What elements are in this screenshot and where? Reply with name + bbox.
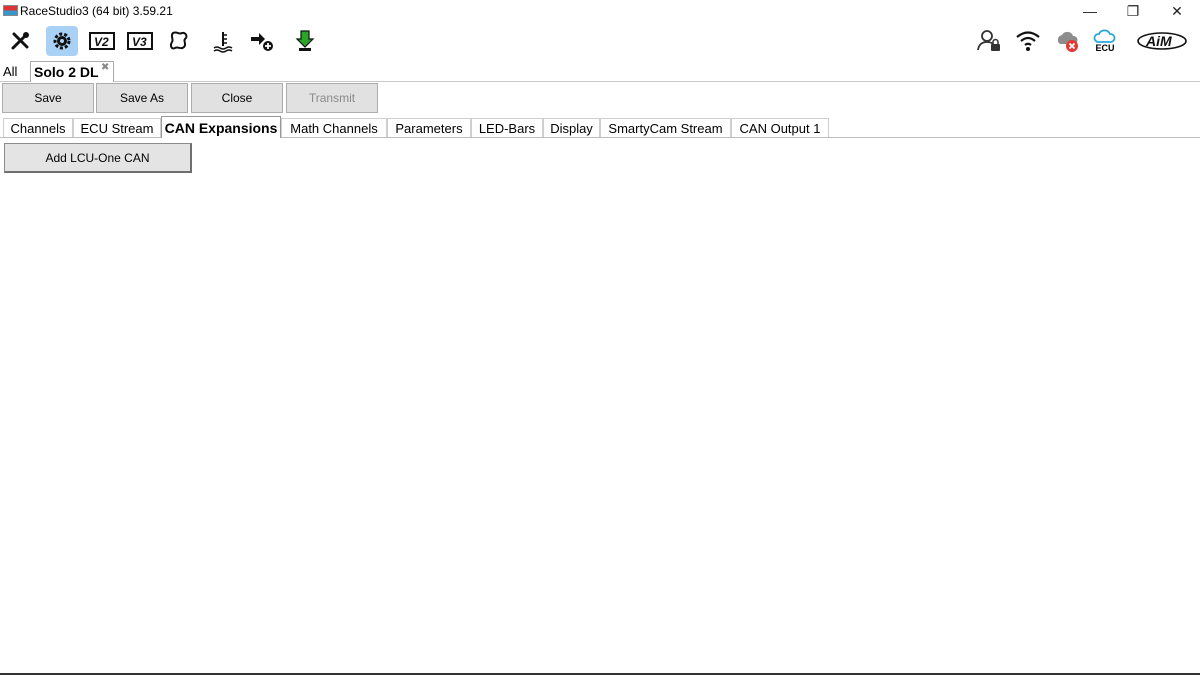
transmit-button[interactable]: Transmit [286,83,378,113]
tab-display[interactable]: Display [543,118,600,137]
config-tab-bar: Channels ECU Stream CAN Expansions Math … [0,116,1200,138]
transfer-icon[interactable] [289,26,321,56]
minimize-button[interactable]: — [1067,0,1113,22]
svg-text:V2: V2 [94,35,109,49]
add-device-icon[interactable] [246,26,278,56]
save-as-button[interactable]: Save As [96,83,188,113]
restore-button[interactable]: ❐ [1110,0,1156,22]
svg-text:V3: V3 [132,35,147,49]
user-lock-icon[interactable] [975,26,1003,56]
app-icon [3,5,18,16]
tab-led-bars[interactable]: LED-Bars [471,118,543,137]
tab-math-channels[interactable]: Math Channels [281,118,387,137]
close-button[interactable]: Close [191,83,283,113]
gear-icon[interactable] [46,26,78,56]
wrench-icon[interactable] [4,26,36,56]
wifi-icon[interactable] [1014,26,1042,56]
tab-smartycam-stream[interactable]: SmartyCam Stream [600,118,731,137]
doc-tab-all[interactable]: All [3,64,17,79]
document-tab-bar: All Solo 2 DL ✖ [0,60,1200,82]
v3-icon[interactable]: V3 [124,26,156,56]
cloud-error-icon[interactable] [1054,26,1082,56]
close-window-button[interactable]: ✕ [1154,0,1200,22]
doc-tab-solo-2-dl[interactable]: Solo 2 DL ✖ [30,61,114,82]
tab-channels[interactable]: Channels [3,118,73,137]
title-bar: RaceStudio3 (64 bit) 3.59.21 — ❐ ✕ [0,0,1200,22]
tab-can-output-1[interactable]: CAN Output 1 [731,118,829,137]
data-sensor-icon[interactable] [207,26,239,56]
close-tab-icon[interactable]: ✖ [101,62,109,73]
tab-parameters[interactable]: Parameters [387,118,471,137]
track-map-icon[interactable] [163,26,195,56]
save-button[interactable]: Save [2,83,94,113]
svg-text:AiM: AiM [1145,33,1172,49]
doc-tab-label: Solo 2 DL [34,64,99,80]
v2-icon[interactable]: V2 [86,26,118,56]
main-toolbar: V2 V3 ECU AiM [0,22,1200,60]
tab-can-expansions[interactable]: CAN Expansions [161,116,281,138]
action-bar: Save Save As Close Transmit [0,82,1200,114]
ecu-cloud-icon[interactable]: ECU [1090,26,1120,56]
add-lcu-one-can-button[interactable]: Add LCU-One CAN [4,143,192,173]
tab-ecu-stream[interactable]: ECU Stream [73,118,161,137]
window-title: RaceStudio3 (64 bit) 3.59.21 [20,4,173,18]
ecu-label: ECU [1095,43,1115,53]
aim-logo: AiM [1136,26,1188,56]
